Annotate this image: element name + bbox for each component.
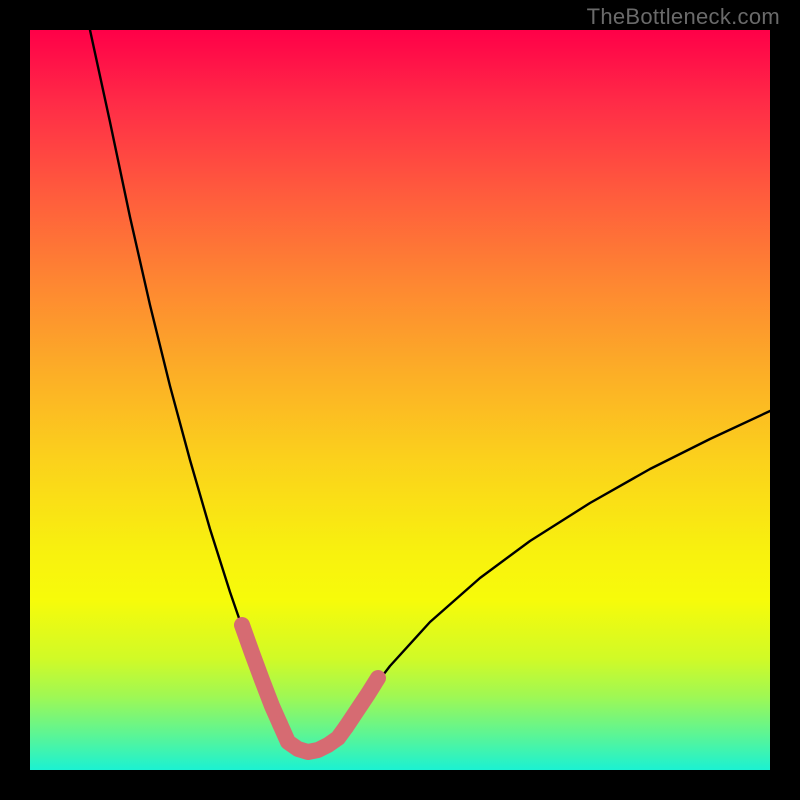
highlight-segment-right xyxy=(346,678,378,727)
chart-frame xyxy=(30,30,770,770)
highlight-segment-valley xyxy=(280,724,346,752)
watermark-text: TheBottleneck.com xyxy=(587,4,780,30)
main-curve-path xyxy=(90,30,770,752)
chart-svg xyxy=(30,30,770,770)
highlight-segment-left xyxy=(242,625,280,724)
